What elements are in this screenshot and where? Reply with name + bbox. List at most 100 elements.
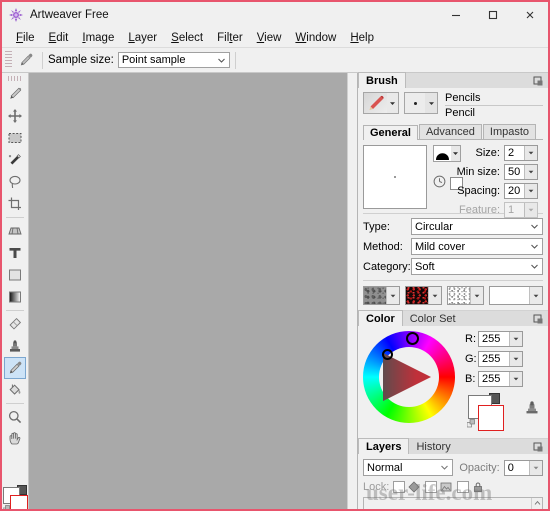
text-tool[interactable] [4, 242, 26, 264]
lock-transparency-toggle[interactable] [393, 481, 405, 493]
blue-input[interactable]: 255 [478, 371, 523, 387]
toolbar-grip[interactable] [5, 51, 12, 69]
chevron-down-icon[interactable] [509, 352, 522, 366]
min-size-input[interactable]: 50 [504, 164, 538, 180]
shape-tool[interactable] [4, 264, 26, 286]
chevron-down-icon[interactable] [529, 287, 542, 304]
panel-menu-icon[interactable] [532, 441, 545, 453]
toolbar-separator-2 [235, 52, 236, 69]
clone-stamp-tool[interactable] [4, 335, 26, 357]
value-marker[interactable] [382, 349, 393, 360]
menu-item-select[interactable]: Select [164, 31, 210, 45]
panel-menu-icon[interactable] [532, 75, 545, 87]
pencil-tool[interactable] [4, 83, 26, 105]
blend-opacity-row: Normal Opacity: 0 [363, 459, 543, 476]
chevron-down-icon[interactable] [509, 372, 522, 386]
perspective-icon [7, 223, 23, 239]
reset-colors-icon[interactable] [3, 504, 11, 511]
foreground-background-swatch[interactable] [3, 485, 27, 511]
menu-item-layer[interactable]: Layer [121, 31, 164, 45]
layer-list-scrollbar[interactable] [531, 498, 542, 511]
chevron-down-icon[interactable] [387, 93, 398, 113]
brush-preset-selector[interactable] [363, 92, 399, 114]
lasso-tool[interactable] [4, 171, 26, 193]
tab-advanced[interactable]: Advanced [419, 124, 482, 139]
chevron-down-icon[interactable] [386, 287, 399, 304]
magic-wand-tool[interactable] [4, 149, 26, 171]
paper-texture-thumbnail [364, 287, 386, 304]
green-row: G: 255 [465, 351, 543, 367]
clock-icon[interactable] [433, 175, 446, 191]
brush-dot-icon [405, 93, 425, 113]
panel-menu-icon[interactable] [532, 313, 545, 325]
brush-category-label: Pencils [445, 92, 543, 106]
type-select[interactable]: Circular [411, 218, 543, 235]
gradient-tool[interactable] [4, 286, 26, 308]
color-wheel[interactable] [363, 331, 459, 427]
menu-item-view[interactable]: View [250, 31, 289, 45]
hue-marker[interactable] [406, 332, 419, 345]
tab-brush[interactable]: Brush [358, 72, 406, 88]
chevron-down-icon[interactable] [428, 287, 441, 304]
brush-panel-body: Pencils Pencil General Advanced Impasto [358, 88, 548, 310]
grain-swatch[interactable] [447, 286, 484, 305]
background-color-swatch[interactable] [10, 495, 28, 511]
chevron-down-icon[interactable] [524, 184, 537, 198]
zoom-tool[interactable] [4, 406, 26, 428]
background-color-swatch[interactable] [478, 405, 504, 431]
spacing-input[interactable]: 20 [504, 183, 538, 199]
toolbox-grip[interactable] [8, 76, 22, 81]
menu-item-window[interactable]: Window [288, 31, 343, 45]
menu-item-image[interactable]: Image [75, 31, 121, 45]
tab-history[interactable]: History [409, 440, 457, 454]
category-select[interactable]: Soft [411, 258, 543, 275]
chevron-down-icon[interactable] [529, 461, 542, 475]
menu-item-edit[interactable]: Edit [42, 31, 76, 45]
brush-name-block: Pencils Pencil [445, 92, 543, 119]
tab-color-set[interactable]: Color Set [403, 312, 463, 326]
method-select[interactable]: Mild cover [411, 238, 543, 255]
menu-item-help[interactable]: Help [343, 31, 381, 45]
pattern-swatch[interactable] [405, 286, 442, 305]
opacity-label: Opacity: [459, 462, 499, 474]
sample-size-select[interactable]: Point sample [118, 52, 230, 68]
paint-bucket-tool[interactable] [4, 379, 26, 401]
brush-variant-selector[interactable] [404, 92, 438, 114]
rectangular-select-tool[interactable] [4, 127, 26, 149]
eyedropper-tool[interactable] [4, 357, 26, 379]
paper-texture-swatch[interactable] [363, 286, 400, 305]
tab-impasto[interactable]: Impasto [483, 124, 536, 139]
layer-list[interactable] [363, 497, 543, 511]
chevron-down-icon[interactable] [470, 287, 483, 304]
stamp-icon[interactable] [525, 399, 539, 418]
maximize-icon[interactable] [474, 2, 511, 28]
chevron-down-icon[interactable] [524, 146, 537, 160]
tab-color[interactable]: Color [358, 310, 403, 326]
lock-image-toggle[interactable] [425, 481, 437, 493]
menu-item-file[interactable]: File [9, 31, 42, 45]
minimize-icon[interactable] [437, 2, 474, 28]
menu-item-filter[interactable]: Filter [210, 31, 250, 45]
tab-layers[interactable]: Layers [358, 438, 409, 454]
chevron-down-icon[interactable] [524, 165, 537, 179]
paint-bucket-icon [7, 382, 23, 398]
move-tool[interactable] [4, 105, 26, 127]
chevron-down-icon[interactable] [509, 332, 522, 346]
blend-mode-select[interactable]: Normal [363, 459, 453, 476]
hand-tool[interactable] [4, 428, 26, 450]
reset-colors-icon[interactable] [467, 419, 476, 428]
perspective-tool[interactable] [4, 220, 26, 242]
chevron-down-icon[interactable] [425, 93, 437, 113]
opacity-input[interactable]: 0 [504, 460, 543, 476]
size-input[interactable]: 2 [504, 145, 538, 161]
canvas-vertical-scrollbar[interactable] [347, 73, 357, 511]
eraser-tool[interactable] [4, 313, 26, 335]
close-icon[interactable] [511, 2, 548, 28]
lock-all-toggle[interactable] [457, 481, 469, 493]
tab-general[interactable]: General [363, 125, 418, 140]
gradient-swatch[interactable] [489, 286, 543, 305]
green-input[interactable]: 255 [478, 351, 523, 367]
crop-tool[interactable] [4, 193, 26, 215]
drawing-canvas[interactable] [29, 73, 348, 511]
red-input[interactable]: 255 [478, 331, 523, 347]
